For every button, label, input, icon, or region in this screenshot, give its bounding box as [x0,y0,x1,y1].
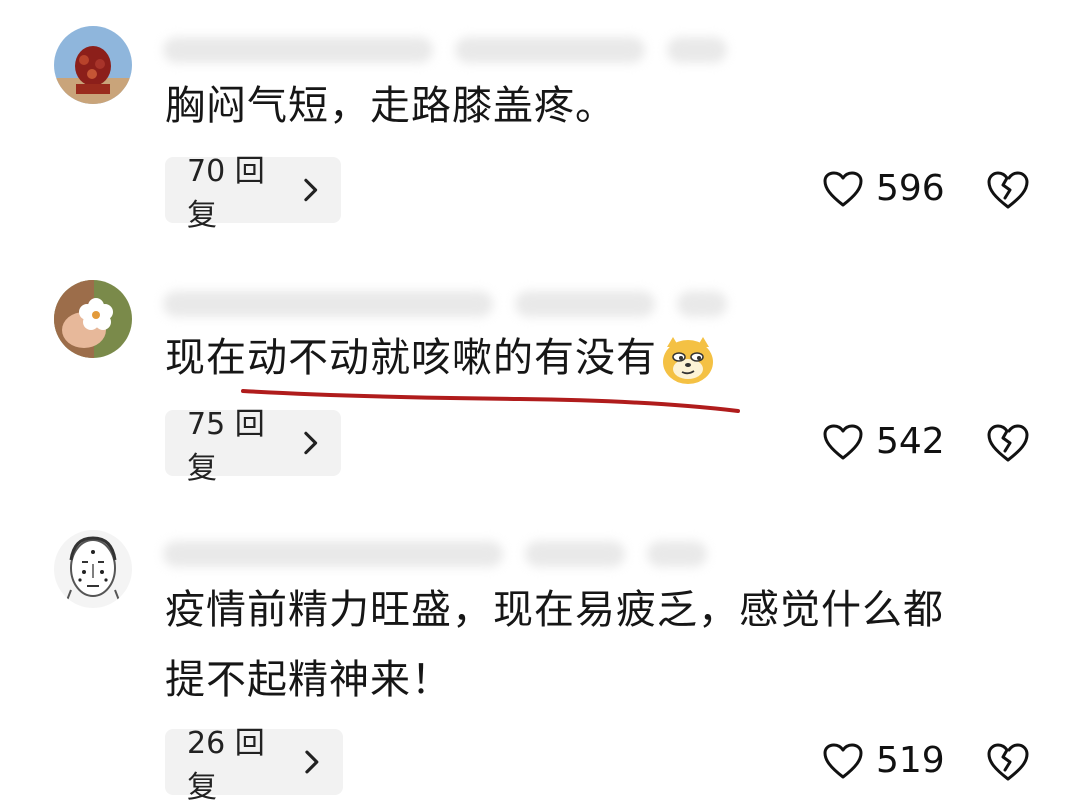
like-count: 519 [876,740,945,781]
comment-text: 胸闷气短，走路膝盖疼。 [165,83,616,129]
chevron-right-icon [305,750,319,774]
like-button[interactable]: 519 [822,740,945,781]
avatar[interactable] [54,26,132,104]
broken-heart-icon[interactable] [986,742,1030,782]
reply-button[interactable]: 70 回复 [165,154,341,233]
avatar[interactable] [54,530,132,608]
blurred-meta [163,284,727,324]
heart-outline-icon [823,424,863,459]
like-button[interactable]: 542 [822,421,945,462]
broken-heart-icon[interactable] [986,170,1030,210]
like-count: 542 [876,421,945,462]
comment-text-line-1: 疫情前精力旺盛，现在易疲乏，感觉什么都 [165,587,944,633]
blurred-meta [163,534,707,574]
comment-text: 现在动不动就咳嗽的有没有 [165,326,715,390]
comment-text-line-2: 提不起精神来！ [165,657,452,703]
like-button[interactable]: 596 [822,168,945,209]
chevron-right-icon [303,431,317,455]
like-count: 596 [876,168,945,209]
avatar[interactable] [54,280,132,358]
heart-outline-icon [823,743,863,778]
reply-button[interactable]: 75 回复 [165,407,341,486]
reply-button[interactable]: 26 回复 [165,726,343,805]
chevron-right-icon [303,178,317,202]
heart-outline-icon [823,171,863,206]
comment-text-content: 现在动不动就咳嗽的有没有 [165,335,657,381]
reply-label: 70 回复 [187,154,265,233]
blurred-meta [163,30,727,70]
reply-label: 75 回复 [187,407,265,486]
doge-emoji [663,337,713,384]
reply-label: 26 回复 [187,726,265,805]
broken-heart-icon[interactable] [986,423,1030,463]
